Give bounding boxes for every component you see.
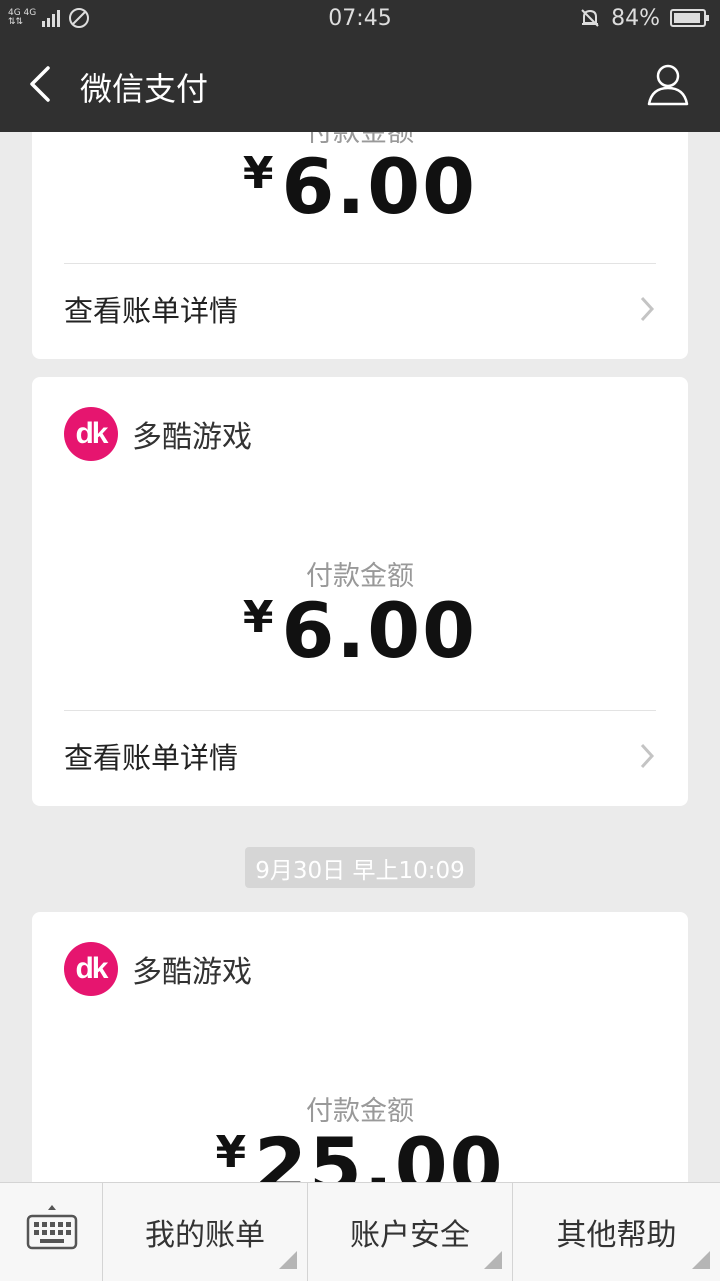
- menu-my-bills[interactable]: 我的账单: [103, 1183, 308, 1281]
- keyboard-icon: [26, 1205, 78, 1250]
- payment-amount: ¥25.00: [32, 1121, 688, 1182]
- amount-value: 6.00: [281, 142, 478, 231]
- payment-amount: ¥6.00: [32, 586, 688, 675]
- chevron-right-icon: [640, 743, 655, 769]
- payment-amount: ¥6.00: [32, 142, 688, 231]
- menu-account-security[interactable]: 账户安全: [308, 1183, 513, 1281]
- detail-label: 查看账单详情: [64, 294, 239, 328]
- view-bill-detail-link[interactable]: 查看账单详情: [64, 264, 656, 354]
- merchant-header: dk 多酷游戏: [64, 942, 252, 996]
- status-bar: 4G 4G ⇅⇅ 07:45 84%: [0, 0, 720, 36]
- view-bill-detail-link[interactable]: 查看账单详情: [64, 711, 656, 801]
- detail-label: 查看账单详情: [64, 741, 239, 775]
- date-separator: 9月30日 早上10:09: [245, 847, 475, 888]
- chevron-right-icon: [640, 296, 655, 322]
- merchant-logo: dk: [64, 407, 118, 461]
- battery-icon: [670, 9, 709, 27]
- payment-card: dk 多酷游戏 付款金额 ¥25.00: [32, 912, 688, 1182]
- menu-other-help[interactable]: 其他帮助: [513, 1183, 720, 1281]
- mute-bell-icon: [581, 9, 599, 27]
- menu-label: 账户安全: [350, 1218, 470, 1253]
- battery-percent: 84%: [611, 5, 660, 31]
- keyboard-toggle-button[interactable]: [0, 1183, 103, 1281]
- bottom-menu-bar: 我的账单 账户安全 其他帮助: [0, 1182, 720, 1281]
- back-button[interactable]: [20, 62, 64, 106]
- payment-card: 付款金额 ¥6.00 查看账单详情: [32, 132, 688, 359]
- merchant-name: 多酷游戏: [132, 955, 252, 990]
- submenu-indicator-icon: [692, 1251, 710, 1269]
- title-bar: 微信支付: [0, 36, 720, 132]
- submenu-indicator-icon: [484, 1251, 502, 1269]
- merchant-header: dk 多酷游戏: [64, 407, 252, 461]
- amount-value: 6.00: [281, 586, 478, 675]
- status-right: 84%: [579, 5, 710, 31]
- amount-value: 25.00: [254, 1121, 505, 1182]
- currency-symbol: ¥: [242, 148, 276, 199]
- merchant-name: 多酷游戏: [132, 420, 252, 455]
- payment-card: dk 多酷游戏 付款金额 ¥6.00 查看账单详情: [32, 377, 688, 806]
- menu-label: 我的账单: [145, 1218, 265, 1253]
- account-icon[interactable]: [646, 62, 690, 106]
- submenu-indicator-icon: [279, 1251, 297, 1269]
- currency-symbol: ¥: [242, 592, 276, 643]
- currency-symbol: ¥: [215, 1127, 249, 1178]
- message-list[interactable]: 付款金额 ¥6.00 查看账单详情 dk 多酷游戏 付款金额 ¥6.00 查看账…: [0, 132, 720, 1182]
- merchant-logo: dk: [64, 942, 118, 996]
- page-title: 微信支付: [80, 70, 209, 108]
- menu-label: 其他帮助: [556, 1218, 677, 1253]
